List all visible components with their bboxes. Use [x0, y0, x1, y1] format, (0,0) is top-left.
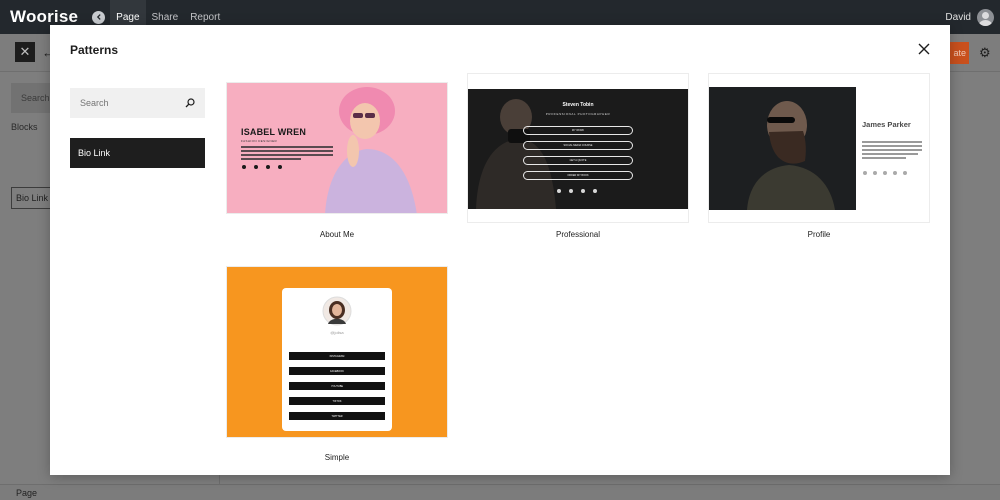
pattern-label-simple[interactable]: Simple — [226, 453, 448, 462]
text-line — [862, 157, 906, 159]
pattern-card-about-me[interactable]: ISABEL WREN FASHION DESIGNER — [226, 82, 448, 214]
linkedin-icon — [593, 189, 597, 193]
modal-title: Patterns — [70, 43, 119, 57]
editor-bio-link-block[interactable]: Bio Link — [11, 187, 51, 209]
status-text: Page — [16, 487, 38, 498]
tiktok-icon — [266, 165, 270, 169]
tiktok-icon — [581, 189, 585, 193]
preview-button: INSTAGRAM — [289, 352, 385, 360]
preview-button: MY WORK — [523, 126, 633, 135]
preview-button: GET A QUOTE — [523, 156, 633, 165]
user-name: David — [945, 11, 971, 23]
publish-button[interactable]: ate — [950, 42, 969, 64]
text-line — [241, 150, 333, 152]
facebook-icon — [873, 171, 877, 175]
preview-button: SOCIAL MEDIA COURSE — [523, 141, 633, 150]
text-line — [862, 145, 922, 147]
woorise-logo[interactable]: Woorise — [10, 7, 78, 27]
youtube-icon — [254, 165, 258, 169]
pattern-card-simple[interactable]: @jolisa INSTAGRAM FACEBOOK YOUTUBE TIKTO… — [226, 266, 448, 438]
preview-button: TWITTER — [289, 412, 385, 420]
pattern-card-professional[interactable]: Steven Tobin PROFESSIONAL PHOTOGRAPHER M… — [467, 73, 689, 223]
professional-preview-name: Steven Tobin — [562, 102, 594, 108]
profile-photo — [709, 87, 856, 210]
instagram-icon — [863, 171, 867, 175]
about-preview-name: ISABEL WREN — [241, 127, 307, 137]
tiktok-icon — [883, 171, 887, 175]
profile-preview-name: James Parker — [862, 120, 911, 129]
about-me-photo — [307, 83, 447, 213]
pattern-label-professional[interactable]: Professional — [467, 230, 689, 239]
editor-status-bar: Page — [0, 484, 1000, 500]
back-arrow-icon[interactable] — [92, 10, 106, 24]
simple-preview-handle: @jolisa — [330, 330, 344, 335]
pattern-search — [70, 88, 205, 118]
professional-preview-subtitle: PROFESSIONAL PHOTOGRAPHER — [545, 112, 611, 116]
preview-button: ORDER MY BOOK — [523, 171, 633, 180]
professional-photo: Steven Tobin PROFESSIONAL PHOTOGRAPHER M… — [468, 89, 688, 209]
pattern-card-profile[interactable]: James Parker — [708, 73, 930, 223]
text-line — [241, 154, 333, 156]
youtube-icon — [893, 171, 897, 175]
instagram-icon — [242, 165, 246, 169]
preview-button: FACEBOOK — [289, 367, 385, 375]
about-preview-subtitle: FASHION DESIGNER — [241, 139, 278, 143]
editor-block-search[interactable]: Search — [11, 83, 51, 113]
preview-button: YOUTUBE — [289, 382, 385, 390]
text-line — [862, 141, 922, 143]
instagram-icon — [557, 189, 561, 193]
patterns-modal: Patterns Bio Link ISABEL WREN FASHION DE… — [50, 25, 950, 475]
search-input[interactable] — [70, 98, 180, 108]
woman-avatar-image — [322, 296, 352, 326]
pattern-label-profile[interactable]: Profile — [708, 230, 930, 239]
avatar — [977, 8, 994, 26]
text-line — [241, 146, 333, 148]
search-icon[interactable] — [185, 98, 195, 108]
editor-blocks-heading: Blocks — [11, 122, 38, 132]
editor-close-icon[interactable]: ✕ — [15, 42, 35, 62]
close-icon[interactable] — [916, 41, 932, 57]
text-line — [241, 158, 301, 160]
text-line — [862, 149, 922, 151]
category-bio-link[interactable]: Bio Link — [70, 138, 205, 168]
gear-icon[interactable]: ⚙ — [979, 45, 991, 61]
preview-button: TIKTOK — [289, 397, 385, 405]
youtube-icon — [569, 189, 573, 193]
text-line — [862, 153, 918, 155]
twitter-icon — [903, 171, 907, 175]
bearded-man-image — [709, 87, 856, 210]
pattern-label-about-me[interactable]: About Me — [226, 230, 448, 239]
facebook-icon — [278, 165, 282, 169]
simple-preview-panel: @jolisa INSTAGRAM FACEBOOK YOUTUBE TIKTO… — [282, 288, 392, 431]
user-menu[interactable]: David — [945, 0, 994, 34]
